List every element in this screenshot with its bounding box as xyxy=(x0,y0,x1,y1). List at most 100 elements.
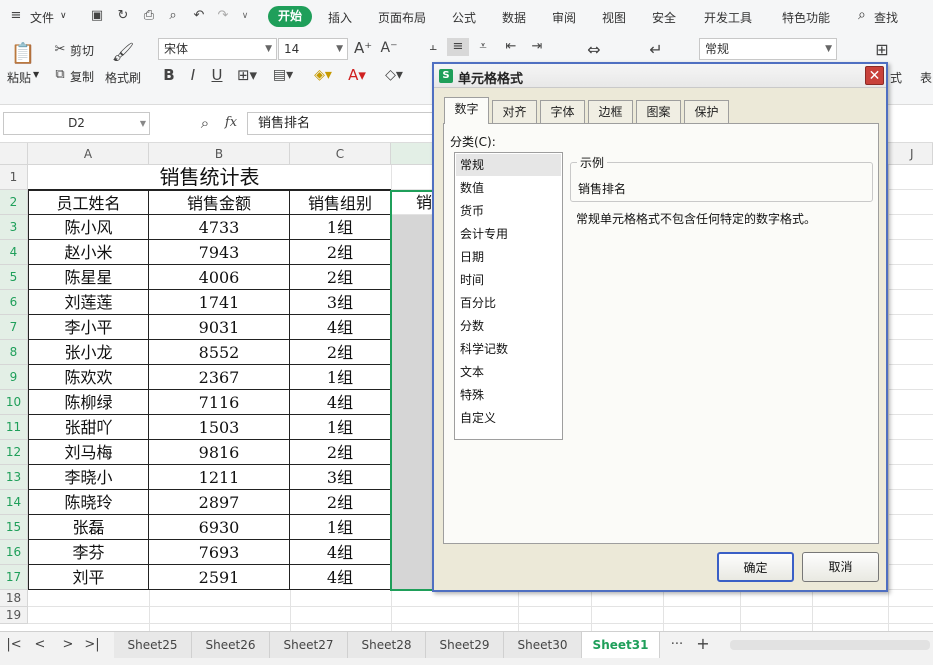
tab-special[interactable]: 特色功能 xyxy=(782,9,830,26)
table-style-icon[interactable]: ⊞ xyxy=(870,41,894,59)
cancel-button[interactable]: 取消 xyxy=(802,552,879,582)
row-header[interactable]: 14 xyxy=(0,490,28,515)
cell-sales-amount[interactable]: 7943 xyxy=(149,240,290,265)
print-icon[interactable]: ⎙ xyxy=(140,7,158,25)
cell-employee-name[interactable]: 李小平 xyxy=(28,315,149,340)
category-list[interactable]: 常规 数值 货币 会计专用 日期 时间 百分比 分数 科学记数 文本 特殊 自定义 xyxy=(454,152,563,440)
cell-sales-amount[interactable]: 1211 xyxy=(149,465,290,490)
italic-icon[interactable]: I xyxy=(184,66,202,84)
sheet-title-cell[interactable]: 销售统计表 xyxy=(28,165,391,190)
cell-employee-name[interactable]: 李晓小 xyxy=(28,465,149,490)
next-sheet-icon[interactable]: > xyxy=(60,636,76,654)
cell-sales-group[interactable]: 1组 xyxy=(290,515,391,540)
cell-sales-group[interactable]: 3组 xyxy=(290,290,391,315)
category-item[interactable]: 自定义 xyxy=(456,407,561,429)
align-bottom-icon[interactable]: ⩡ xyxy=(474,38,492,56)
row-header[interactable]: 6 xyxy=(0,290,28,315)
row-header[interactable]: 11 xyxy=(0,415,28,440)
cell-sales-amount[interactable]: 4006 xyxy=(149,265,290,290)
tab-border[interactable]: 边框 xyxy=(588,100,633,123)
decrease-font-icon[interactable]: A⁻ xyxy=(380,39,398,57)
tab-protection[interactable]: 保护 xyxy=(684,100,729,123)
cell-sales-amount[interactable]: 2367 xyxy=(149,365,290,390)
row-header[interactable]: 19 xyxy=(0,607,28,624)
tab-pattern[interactable]: 图案 xyxy=(636,100,681,123)
row-header[interactable]: 15 xyxy=(0,515,28,540)
first-sheet-icon[interactable]: |< xyxy=(6,636,22,654)
row-header[interactable]: 18 xyxy=(0,590,28,607)
category-item[interactable]: 时间 xyxy=(456,269,561,291)
cell-sales-group[interactable]: 4组 xyxy=(290,315,391,340)
cell-employee-name[interactable]: 赵小米 xyxy=(28,240,149,265)
cell-sales-amount[interactable]: 6930 xyxy=(149,515,290,540)
name-box[interactable]: D2 ▼ xyxy=(3,112,150,135)
indent-increase-icon[interactable]: ⇥ xyxy=(528,38,546,56)
tab-alignment[interactable]: 对齐 xyxy=(492,100,537,123)
export-icon[interactable]: ↻ xyxy=(114,7,132,25)
cell-sales-amount[interactable]: 7693 xyxy=(149,540,290,565)
row-header[interactable]: 10 xyxy=(0,390,28,415)
row-header[interactable]: 16 xyxy=(0,540,28,565)
prev-sheet-icon[interactable]: < xyxy=(32,636,48,654)
tab-page-layout[interactable]: 页面布局 xyxy=(378,9,426,26)
sheet-tab[interactable]: Sheet25 xyxy=(114,632,192,658)
horizontal-scrollbar[interactable] xyxy=(730,640,930,650)
add-sheet-button[interactable]: + xyxy=(694,635,712,653)
cell-sales-group[interactable]: 3组 xyxy=(290,465,391,490)
cell-employee-name[interactable]: 李芬 xyxy=(28,540,149,565)
sheet-tab[interactable]: Sheet27 xyxy=(270,632,348,658)
formula-input[interactable]: 销售排名 xyxy=(247,112,447,135)
row-header[interactable]: 4 xyxy=(0,240,28,265)
category-item[interactable]: 常规 xyxy=(456,154,561,176)
cell-sales-amount[interactable]: 9031 xyxy=(149,315,290,340)
row-header[interactable]: 9 xyxy=(0,365,28,390)
category-item[interactable]: 会计专用 xyxy=(456,223,561,245)
cell-employee-name[interactable]: 陈星星 xyxy=(28,265,149,290)
cell-sales-amount[interactable]: 7116 xyxy=(149,390,290,415)
search-icon[interactable]: ⌕ xyxy=(858,7,866,23)
tab-review[interactable]: 审阅 xyxy=(552,9,576,26)
cut-icon[interactable]: ✂ xyxy=(52,41,68,59)
cut-button[interactable]: 剪切 xyxy=(70,42,94,59)
header-employee-name[interactable]: 员工姓名 xyxy=(28,190,149,215)
cell-sales-group[interactable]: 2组 xyxy=(290,265,391,290)
row-header[interactable]: 13 xyxy=(0,465,28,490)
more-sheets-button[interactable]: ··· xyxy=(668,636,686,654)
cell-employee-name[interactable]: 刘马梅 xyxy=(28,440,149,465)
ok-button[interactable]: 确定 xyxy=(717,552,794,582)
header-sales-amount[interactable]: 销售金额 xyxy=(149,190,290,215)
tab-security[interactable]: 安全 xyxy=(652,9,676,26)
row-header[interactable]: 5 xyxy=(0,265,28,290)
column-header-j[interactable]: J xyxy=(888,143,933,165)
underline-icon[interactable]: U xyxy=(208,66,226,84)
row-header[interactable]: 1 xyxy=(0,165,28,190)
merge-icon[interactable]: ▤▾ xyxy=(270,66,296,84)
header-sales-group[interactable]: 销售组别 xyxy=(290,190,391,215)
row-header[interactable]: 12 xyxy=(0,440,28,465)
cell-sales-amount[interactable]: 8552 xyxy=(149,340,290,365)
sheet-tab[interactable]: Sheet26 xyxy=(192,632,270,658)
tab-developer[interactable]: 开发工具 xyxy=(704,9,752,26)
indent-decrease-icon[interactable]: ⇤ xyxy=(502,38,520,56)
cell-employee-name[interactable]: 刘莲莲 xyxy=(28,290,149,315)
undo-icon[interactable]: ↶ xyxy=(190,7,208,25)
hamburger-icon[interactable]: ≡ xyxy=(8,7,24,25)
tab-number[interactable]: 数字 xyxy=(444,97,489,124)
tab-insert[interactable]: 插入 xyxy=(328,9,352,26)
close-icon[interactable]: ✕ xyxy=(865,66,884,85)
category-item[interactable]: 文本 xyxy=(456,361,561,383)
cell-sales-group[interactable]: 1组 xyxy=(290,365,391,390)
font-name-select[interactable]: 宋体 ▼ xyxy=(158,38,277,60)
cell-employee-name[interactable]: 刘平 xyxy=(28,565,149,590)
cell-employee-name[interactable]: 陈欢欢 xyxy=(28,365,149,390)
cell-sales-amount[interactable]: 1741 xyxy=(149,290,290,315)
tab-data[interactable]: 数据 xyxy=(502,9,526,26)
cell-sales-amount[interactable]: 1503 xyxy=(149,415,290,440)
cell-employee-name[interactable]: 陈柳绿 xyxy=(28,390,149,415)
cell-sales-group[interactable]: 2组 xyxy=(290,240,391,265)
save-icon[interactable]: ▣ xyxy=(88,7,106,25)
align-middle-icon[interactable]: ≡ xyxy=(447,38,469,56)
sheet-tab[interactable]: Sheet28 xyxy=(348,632,426,658)
category-item[interactable]: 日期 xyxy=(456,246,561,268)
last-sheet-icon[interactable]: >| xyxy=(84,636,100,654)
